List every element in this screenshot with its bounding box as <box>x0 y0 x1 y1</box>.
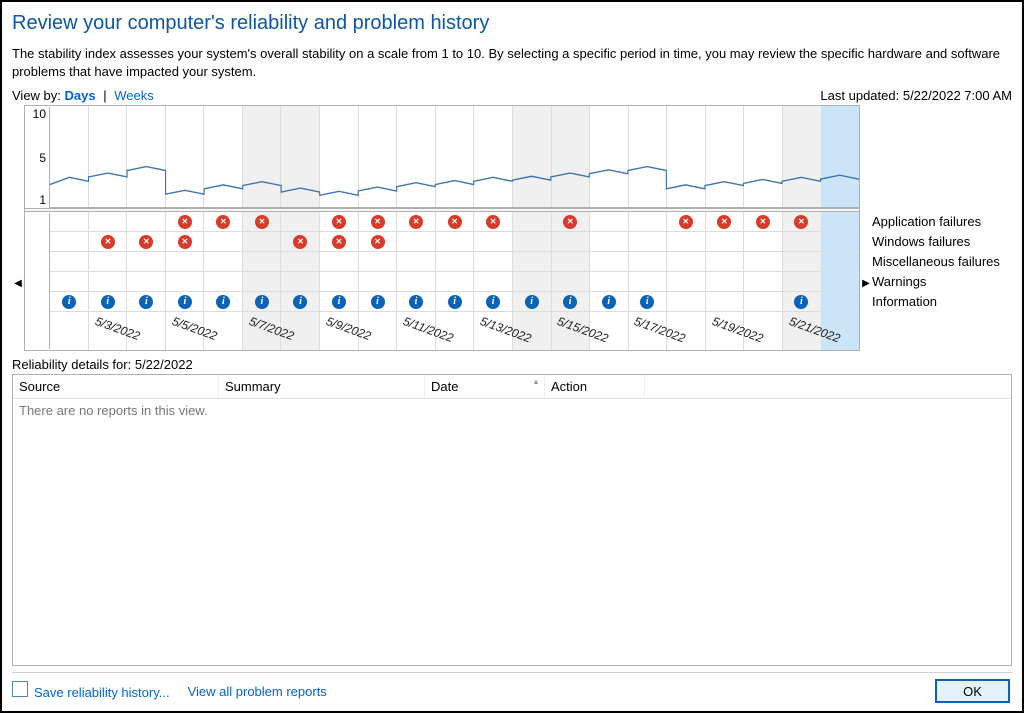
error-icon[interactable] <box>717 215 731 229</box>
error-icon[interactable] <box>332 215 346 229</box>
error-icon[interactable] <box>794 215 808 229</box>
error-icon[interactable] <box>216 215 230 229</box>
chevron-right-icon: ▶ <box>862 278 870 289</box>
info-icon[interactable] <box>178 295 192 309</box>
error-icon[interactable] <box>409 215 423 229</box>
event-row <box>50 232 859 252</box>
error-icon[interactable] <box>679 215 693 229</box>
page-description: The stability index assesses your system… <box>12 45 1012 80</box>
error-icon[interactable] <box>563 215 577 229</box>
error-icon[interactable] <box>255 215 269 229</box>
last-updated: Last updated: 5/22/2022 7:00 AM <box>820 88 1012 103</box>
info-icon[interactable] <box>216 295 230 309</box>
col-date[interactable]: Date▴ <box>425 375 545 398</box>
scroll-right-button[interactable]: ▶ <box>860 105 872 351</box>
info-icon[interactable] <box>101 295 115 309</box>
error-icon[interactable] <box>101 235 115 249</box>
view-all-reports-link[interactable]: View all problem reports <box>188 684 327 699</box>
info-icon[interactable] <box>602 295 616 309</box>
info-icon[interactable] <box>293 295 307 309</box>
view-by-days[interactable]: Days <box>65 88 96 103</box>
event-row <box>50 212 859 232</box>
event-row <box>50 292 859 312</box>
error-icon[interactable] <box>756 215 770 229</box>
col-action[interactable]: Action <box>545 375 645 398</box>
legend-app-failures: Application failures <box>872 211 1012 231</box>
error-icon[interactable] <box>178 235 192 249</box>
error-icon[interactable] <box>448 215 462 229</box>
info-icon[interactable] <box>332 295 346 309</box>
legend-misc-failures: Miscellaneous failures <box>872 251 1012 271</box>
legend-windows-failures: Windows failures <box>872 231 1012 251</box>
info-icon[interactable] <box>371 295 385 309</box>
col-summary[interactable]: Summary <box>219 375 425 398</box>
error-icon[interactable] <box>371 235 385 249</box>
scroll-left-button[interactable]: ◀ <box>12 105 24 351</box>
error-icon[interactable] <box>178 215 192 229</box>
view-by-selector: View by: Days | Weeks <box>12 88 154 103</box>
event-row <box>50 272 859 292</box>
error-icon[interactable] <box>486 215 500 229</box>
info-icon[interactable] <box>255 295 269 309</box>
empty-message: There are no reports in this view. <box>13 399 1011 422</box>
save-history-link[interactable]: Save reliability history... <box>14 683 170 700</box>
view-by-label: View by: <box>12 88 61 103</box>
error-icon[interactable] <box>332 235 346 249</box>
info-icon[interactable] <box>640 295 654 309</box>
legend: Application failures Windows failures Mi… <box>872 105 1012 351</box>
ok-button[interactable]: OK <box>935 679 1010 703</box>
reliability-chart[interactable]: 10 5 1 5/3/20225/5/20225/7/20225/9/20225… <box>24 105 860 351</box>
info-icon[interactable] <box>563 295 577 309</box>
info-icon[interactable] <box>62 295 76 309</box>
error-icon[interactable] <box>371 215 385 229</box>
info-icon[interactable] <box>525 295 539 309</box>
chevron-left-icon: ◀ <box>14 278 22 289</box>
info-icon[interactable] <box>794 295 808 309</box>
info-icon[interactable] <box>139 295 153 309</box>
col-source[interactable]: Source <box>13 375 219 398</box>
info-icon[interactable] <box>448 295 462 309</box>
sort-asc-icon: ▴ <box>534 377 538 386</box>
legend-warnings: Warnings <box>872 271 1012 291</box>
error-icon[interactable] <box>139 235 153 249</box>
view-by-weeks[interactable]: Weeks <box>114 88 154 103</box>
error-icon[interactable] <box>293 235 307 249</box>
event-row <box>50 252 859 272</box>
info-icon[interactable] <box>486 295 500 309</box>
details-label: Reliability details for: 5/22/2022 <box>12 357 1012 372</box>
page-title: Review your computer's reliability and p… <box>12 12 1012 35</box>
details-table: Source Summary Date▴ Action There are no… <box>12 374 1012 666</box>
table-header: Source Summary Date▴ Action <box>13 375 1011 399</box>
y-axis: 10 5 1 <box>26 107 50 349</box>
info-icon[interactable] <box>409 295 423 309</box>
legend-information: Information <box>872 291 1012 311</box>
save-icon <box>14 683 28 697</box>
stability-line-plot <box>50 106 859 208</box>
